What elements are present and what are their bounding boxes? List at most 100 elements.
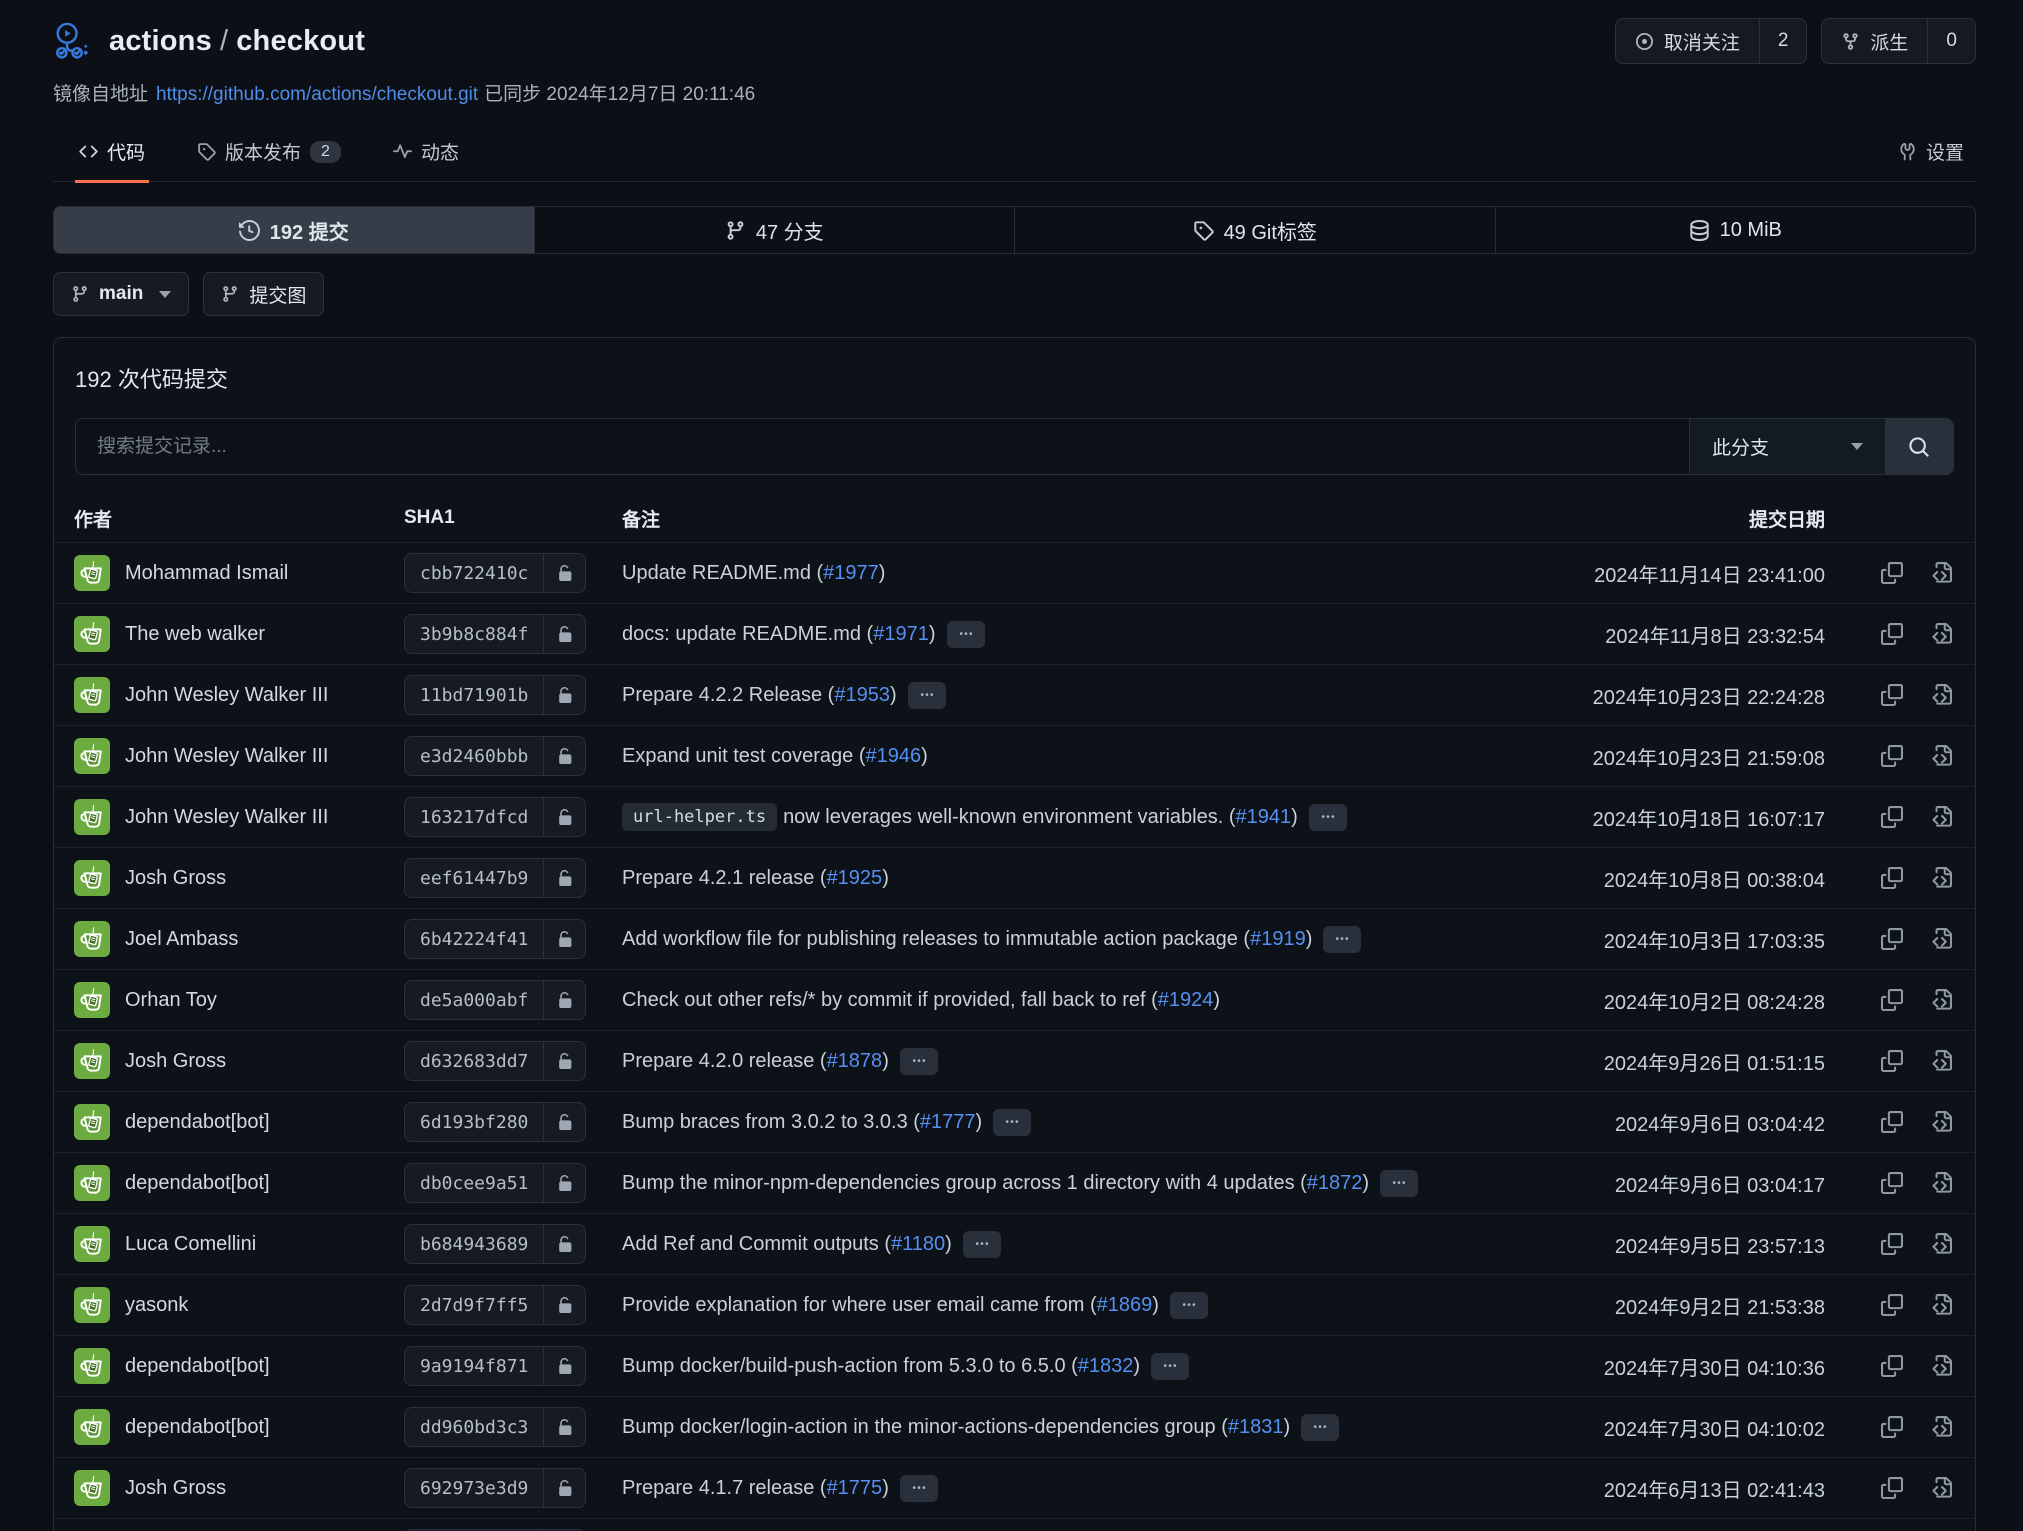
avatar[interactable] <box>74 1165 110 1201</box>
pr-link[interactable]: #1925 <box>827 867 883 890</box>
avatar[interactable] <box>74 1287 110 1323</box>
copy-sha-button[interactable] <box>1881 1172 1903 1194</box>
commit-sha-button[interactable]: 163217dfcd <box>404 797 586 837</box>
expand-commit-button[interactable] <box>1309 804 1347 831</box>
copy-sha-button[interactable] <box>1881 1111 1903 1133</box>
avatar[interactable] <box>74 616 110 652</box>
copy-sha-button[interactable] <box>1881 1355 1903 1377</box>
browse-source-button[interactable] <box>1930 928 1952 950</box>
browse-source-button[interactable] <box>1930 1233 1952 1255</box>
pr-link[interactable]: #1180 <box>891 1233 945 1256</box>
tab-activity[interactable]: 动态 <box>389 126 463 183</box>
avatar[interactable] <box>74 860 110 896</box>
commit-graph-button[interactable]: 提交图 <box>203 272 324 316</box>
avatar[interactable] <box>74 982 110 1018</box>
commit-message-link[interactable]: Prepare 4.2.0 release ( <box>622 1050 827 1073</box>
commit-sha-button[interactable]: b684943689 <box>404 1224 586 1264</box>
pr-link[interactable]: #1831 <box>1228 1416 1284 1439</box>
commit-message-link[interactable]: docs: update README.md ( <box>622 623 873 646</box>
avatar[interactable] <box>74 677 110 713</box>
browse-source-button[interactable] <box>1930 1355 1952 1377</box>
stat-tags[interactable]: 49 Git标签 <box>1015 207 1496 253</box>
search-button[interactable] <box>1885 419 1953 474</box>
copy-sha-button[interactable] <box>1881 806 1903 828</box>
pr-link[interactable]: #1775 <box>827 1477 883 1500</box>
browse-source-button[interactable] <box>1930 806 1952 828</box>
browse-source-button[interactable] <box>1930 989 1952 1011</box>
tab-settings[interactable]: 设置 <box>1894 126 1968 183</box>
branch-selector[interactable]: main <box>53 272 189 316</box>
pr-link[interactable]: #1777 <box>920 1111 976 1134</box>
watchers-count[interactable]: 2 <box>1759 19 1807 63</box>
commit-message-link[interactable]: Prepare 4.2.1 release ( <box>622 867 827 890</box>
pr-link[interactable]: #1869 <box>1097 1294 1153 1317</box>
browse-source-button[interactable] <box>1930 1477 1952 1499</box>
avatar[interactable] <box>74 1043 110 1079</box>
commit-message-link[interactable]: Add workflow file for publishing release… <box>622 928 1250 951</box>
browse-source-button[interactable] <box>1930 684 1952 706</box>
expand-commit-button[interactable] <box>1151 1353 1189 1380</box>
commit-message-link[interactable]: Update README.md ( <box>622 562 823 585</box>
commit-sha-button[interactable]: de5a000abf <box>404 980 586 1020</box>
pr-link[interactable]: #1977 <box>823 562 879 585</box>
copy-sha-button[interactable] <box>1881 1294 1903 1316</box>
commit-message-link[interactable]: Bump docker/build-push-action from 5.3.0… <box>622 1355 1078 1378</box>
avatar[interactable] <box>74 921 110 957</box>
browse-source-button[interactable] <box>1930 867 1952 889</box>
expand-commit-button[interactable] <box>947 621 985 648</box>
commit-message-link[interactable]: Prepare 4.2.2 Release ( <box>622 684 834 707</box>
expand-commit-button[interactable] <box>963 1231 1001 1258</box>
tab-code[interactable]: 代码 <box>75 126 149 183</box>
avatar[interactable] <box>74 1409 110 1445</box>
commit-message-link[interactable]: Prepare 4.1.7 release ( <box>622 1477 827 1500</box>
avatar[interactable] <box>74 738 110 774</box>
unwatch-button[interactable]: 取消关注 2 <box>1615 18 1808 64</box>
pr-link[interactable]: #1953 <box>834 684 890 707</box>
repo-name-link[interactable]: checkout <box>236 25 365 57</box>
expand-commit-button[interactable] <box>1323 926 1361 953</box>
commit-sha-button[interactable]: 6d193bf280 <box>404 1102 586 1142</box>
commit-sha-button[interactable]: 9a9194f871 <box>404 1346 586 1386</box>
copy-sha-button[interactable] <box>1881 989 1903 1011</box>
commit-sha-button[interactable]: e3d2460bbb <box>404 736 586 776</box>
stat-branches[interactable]: 47 分支 <box>535 207 1016 253</box>
pr-link[interactable]: #1946 <box>865 745 921 768</box>
browse-source-button[interactable] <box>1930 1416 1952 1438</box>
copy-sha-button[interactable] <box>1881 1050 1903 1072</box>
browse-source-button[interactable] <box>1930 1294 1952 1316</box>
browse-source-button[interactable] <box>1930 1172 1952 1194</box>
avatar[interactable] <box>74 1348 110 1384</box>
commit-message-link[interactable]: now leverages well-known environment var… <box>783 806 1235 829</box>
commit-message-link[interactable]: Check out other refs/* by commit if prov… <box>622 989 1158 1012</box>
browse-source-button[interactable] <box>1930 1111 1952 1133</box>
browse-source-button[interactable] <box>1930 562 1952 584</box>
commit-message-link[interactable]: Provide explanation for where user email… <box>622 1294 1097 1317</box>
commit-message-link[interactable]: Bump docker/login-action in the minor-ac… <box>622 1416 1228 1439</box>
copy-sha-button[interactable] <box>1881 684 1903 706</box>
pr-link[interactable]: #1941 <box>1236 806 1292 829</box>
copy-sha-button[interactable] <box>1881 562 1903 584</box>
pr-link[interactable]: #1971 <box>873 623 929 646</box>
avatar[interactable] <box>74 1470 110 1506</box>
stat-commits[interactable]: 192 提交 <box>54 207 535 253</box>
browse-source-button[interactable] <box>1930 745 1952 767</box>
browse-source-button[interactable] <box>1930 623 1952 645</box>
mirror-url-link[interactable]: https://github.com/actions/checkout.git <box>156 84 478 105</box>
commit-sha-button[interactable]: cbb722410c <box>404 553 586 593</box>
commit-message-link[interactable]: Add Ref and Commit outputs ( <box>622 1233 891 1256</box>
commit-sha-button[interactable]: 2d7d9f7ff5 <box>404 1285 586 1325</box>
commit-message-link[interactable]: Expand unit test coverage ( <box>622 745 865 768</box>
pr-link[interactable]: #1878 <box>827 1050 883 1073</box>
commit-message-link[interactable]: Bump the minor-npm-dependencies group ac… <box>622 1172 1307 1195</box>
pr-link[interactable]: #1872 <box>1307 1172 1363 1195</box>
commit-sha-button[interactable]: eef61447b9 <box>404 858 586 898</box>
expand-commit-button[interactable] <box>900 1475 938 1502</box>
copy-sha-button[interactable] <box>1881 928 1903 950</box>
avatar[interactable] <box>74 1226 110 1262</box>
tab-releases[interactable]: 版本发布 2 <box>193 126 345 183</box>
commit-sha-button[interactable]: 6b42224f41 <box>404 919 586 959</box>
commit-sha-button[interactable]: 11bd71901b <box>404 675 586 715</box>
avatar[interactable] <box>74 799 110 835</box>
browse-source-button[interactable] <box>1930 1050 1952 1072</box>
forks-count[interactable]: 0 <box>1927 19 1975 63</box>
